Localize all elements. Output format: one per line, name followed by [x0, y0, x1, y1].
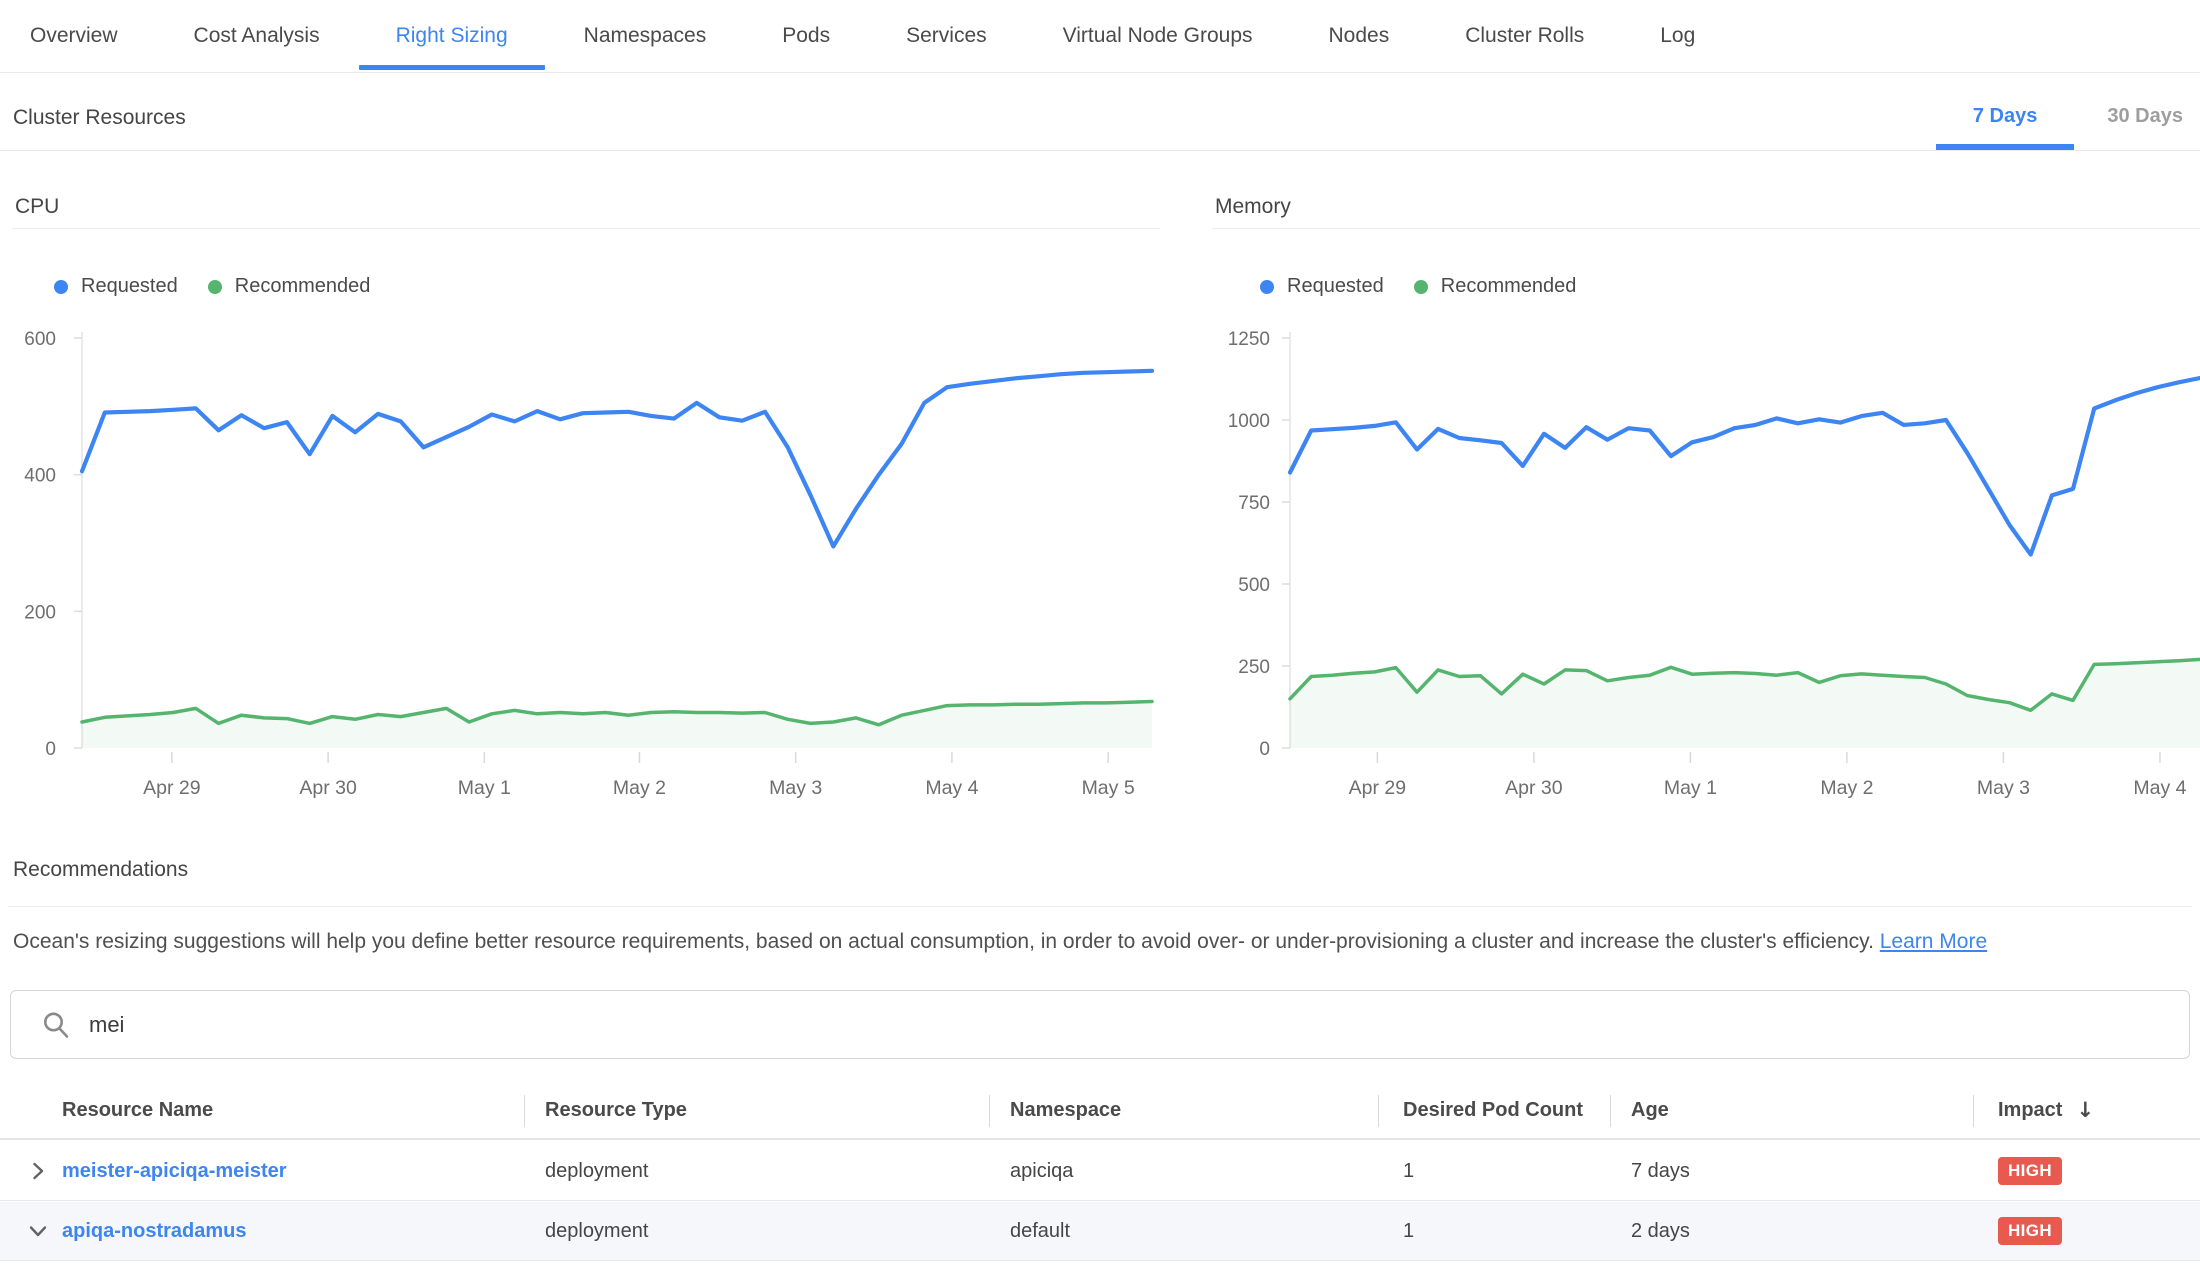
- range-30-days[interactable]: 30 Days: [2107, 105, 2183, 150]
- requested-legend-marker: [54, 280, 68, 294]
- memory-chart-canvas: 0 250 500 750 1000 1250 Apr 29 Apr 30 May 1 May 2…: [1212, 322, 2200, 807]
- svg-text:600: 600: [24, 329, 56, 350]
- memory-chart-title: Memory: [1212, 195, 2200, 219]
- memory-chart-legend: Requested Recommended: [1260, 275, 1606, 298]
- svg-text:1250: 1250: [1228, 329, 1270, 350]
- svg-text:Apr 29: Apr 29: [143, 777, 200, 799]
- column-divider: [1378, 1095, 1379, 1127]
- svg-text:0: 0: [1259, 739, 1270, 760]
- legend-item-requested[interactable]: Requested: [54, 275, 178, 298]
- column-divider: [1610, 1095, 1611, 1127]
- range-7-days[interactable]: 7 Days: [1973, 105, 2038, 150]
- chevron-right-icon[interactable]: [27, 1160, 49, 1182]
- impact-badge: HIGH: [1998, 1157, 2062, 1185]
- cpu-chart-legend: Requested Recommended: [54, 275, 400, 298]
- impact-label: Impact: [1998, 1099, 2062, 1122]
- column-header-namespace[interactable]: Namespace: [1010, 1082, 1121, 1138]
- divider: [12, 228, 1160, 229]
- column-header-age[interactable]: Age: [1631, 1082, 1669, 1138]
- resource-name-link[interactable]: meister-apiciqa-meister: [62, 1160, 287, 1183]
- svg-text:250: 250: [1238, 657, 1270, 678]
- legend-item-recommended[interactable]: Recommended: [208, 275, 371, 298]
- column-header-resource-type[interactable]: Resource Type: [545, 1082, 687, 1138]
- table-row[interactable]: meister-apiciqa-meister deployment apici…: [0, 1142, 2200, 1201]
- svg-text:May 3: May 3: [1977, 777, 2030, 799]
- search-input[interactable]: [87, 1011, 2189, 1039]
- tab-right-sizing[interactable]: Right Sizing: [396, 0, 508, 72]
- desired-pod-count-cell: 1: [1403, 1142, 1414, 1200]
- requested-legend-marker: [1260, 280, 1274, 294]
- legend-label: Requested: [81, 275, 178, 298]
- column-header-desired-pod-count[interactable]: Desired Pod Count: [1403, 1082, 1583, 1138]
- svg-text:May 1: May 1: [1664, 777, 1717, 799]
- tab-cost-analysis[interactable]: Cost Analysis: [194, 0, 320, 72]
- svg-text:May 2: May 2: [1820, 777, 1873, 799]
- tab-bar: Overview Cost Analysis Right Sizing Name…: [0, 0, 2200, 73]
- svg-text:May 2: May 2: [613, 777, 666, 799]
- svg-text:500: 500: [1238, 575, 1270, 596]
- tab-cluster-rolls[interactable]: Cluster Rolls: [1465, 0, 1584, 72]
- impact-badge: HIGH: [1998, 1217, 2062, 1245]
- tab-namespaces[interactable]: Namespaces: [584, 0, 707, 72]
- namespace-cell: default: [1010, 1202, 1070, 1260]
- namespace-cell: apiciqa: [1010, 1142, 1073, 1200]
- svg-text:May 4: May 4: [2133, 777, 2186, 799]
- tab-virtual-node-groups[interactable]: Virtual Node Groups: [1063, 0, 1253, 72]
- age-cell: 2 days: [1631, 1202, 1690, 1260]
- resource-name-link[interactable]: apiqa-nostradamus: [62, 1220, 246, 1243]
- tab-overview[interactable]: Overview: [30, 0, 118, 72]
- legend-label: Requested: [1287, 275, 1384, 298]
- memory-chart-panel: Memory Requested Recommended 0 250 500 750 1…: [1212, 195, 2200, 807]
- tab-services[interactable]: Services: [906, 0, 987, 72]
- recommendations-title: Recommendations: [13, 858, 188, 882]
- cpu-chart-canvas: 0 200 400 600 Apr 29 Apr 30 May 1 May 2 May 3 May…: [12, 322, 1160, 807]
- description-text: Ocean's resizing suggestions will help y…: [13, 930, 1874, 953]
- cpu-chart-panel: CPU Requested Recommended 0 200 400 600 Apr …: [12, 195, 1160, 807]
- desired-pod-count-cell: 1: [1403, 1202, 1414, 1260]
- legend-label: Recommended: [235, 275, 371, 298]
- tab-nodes[interactable]: Nodes: [1329, 0, 1390, 72]
- svg-text:May 1: May 1: [458, 777, 511, 799]
- legend-item-recommended[interactable]: Recommended: [1414, 275, 1577, 298]
- svg-text:Apr 30: Apr 30: [299, 777, 357, 799]
- svg-text:0: 0: [45, 739, 56, 760]
- recommendations-description: Ocean's resizing suggestions will help y…: [13, 930, 1987, 954]
- column-divider: [989, 1095, 990, 1127]
- svg-text:May 4: May 4: [925, 777, 978, 799]
- svg-text:May 3: May 3: [769, 777, 822, 799]
- svg-text:400: 400: [24, 466, 56, 487]
- cluster-resources-header: Cluster Resources 7 Days 30 Days: [0, 73, 2200, 151]
- column-header-impact[interactable]: Impact ↓: [1998, 1082, 2094, 1138]
- tab-pods[interactable]: Pods: [782, 0, 830, 72]
- resource-search: [10, 990, 2190, 1059]
- legend-item-requested[interactable]: Requested: [1260, 275, 1384, 298]
- column-header-resource-name[interactable]: Resource Name: [62, 1082, 213, 1138]
- table-header: Resource Name Resource Type Namespace De…: [0, 1082, 2200, 1140]
- recommended-legend-marker: [1414, 280, 1428, 294]
- tab-log[interactable]: Log: [1660, 0, 1695, 72]
- time-range-switcher: 7 Days 30 Days: [1903, 105, 2183, 150]
- svg-text:1000: 1000: [1228, 411, 1270, 432]
- svg-text:Apr 30: Apr 30: [1505, 777, 1563, 799]
- chevron-down-icon[interactable]: [27, 1220, 49, 1242]
- svg-text:Apr 29: Apr 29: [1349, 777, 1406, 799]
- page-title: Cluster Resources: [13, 106, 186, 130]
- column-divider: [524, 1095, 525, 1127]
- divider: [1212, 228, 2200, 229]
- table-row[interactable]: apiqa-nostradamus deployment default 1 2…: [0, 1202, 2200, 1261]
- search-icon: [41, 1010, 71, 1040]
- column-divider: [1973, 1095, 1974, 1127]
- legend-label: Recommended: [1441, 275, 1577, 298]
- learn-more-link[interactable]: Learn More: [1880, 930, 1987, 953]
- svg-text:750: 750: [1238, 493, 1270, 514]
- resource-type-cell: deployment: [545, 1142, 648, 1200]
- divider: [8, 906, 2192, 907]
- sort-descending-icon[interactable]: ↓: [2076, 1098, 2094, 1122]
- svg-text:May 5: May 5: [1082, 777, 1135, 799]
- recommended-legend-marker: [208, 280, 222, 294]
- resource-type-cell: deployment: [545, 1202, 648, 1260]
- age-cell: 7 days: [1631, 1142, 1690, 1200]
- svg-text:200: 200: [24, 602, 56, 623]
- cpu-chart-title: CPU: [12, 195, 1160, 219]
